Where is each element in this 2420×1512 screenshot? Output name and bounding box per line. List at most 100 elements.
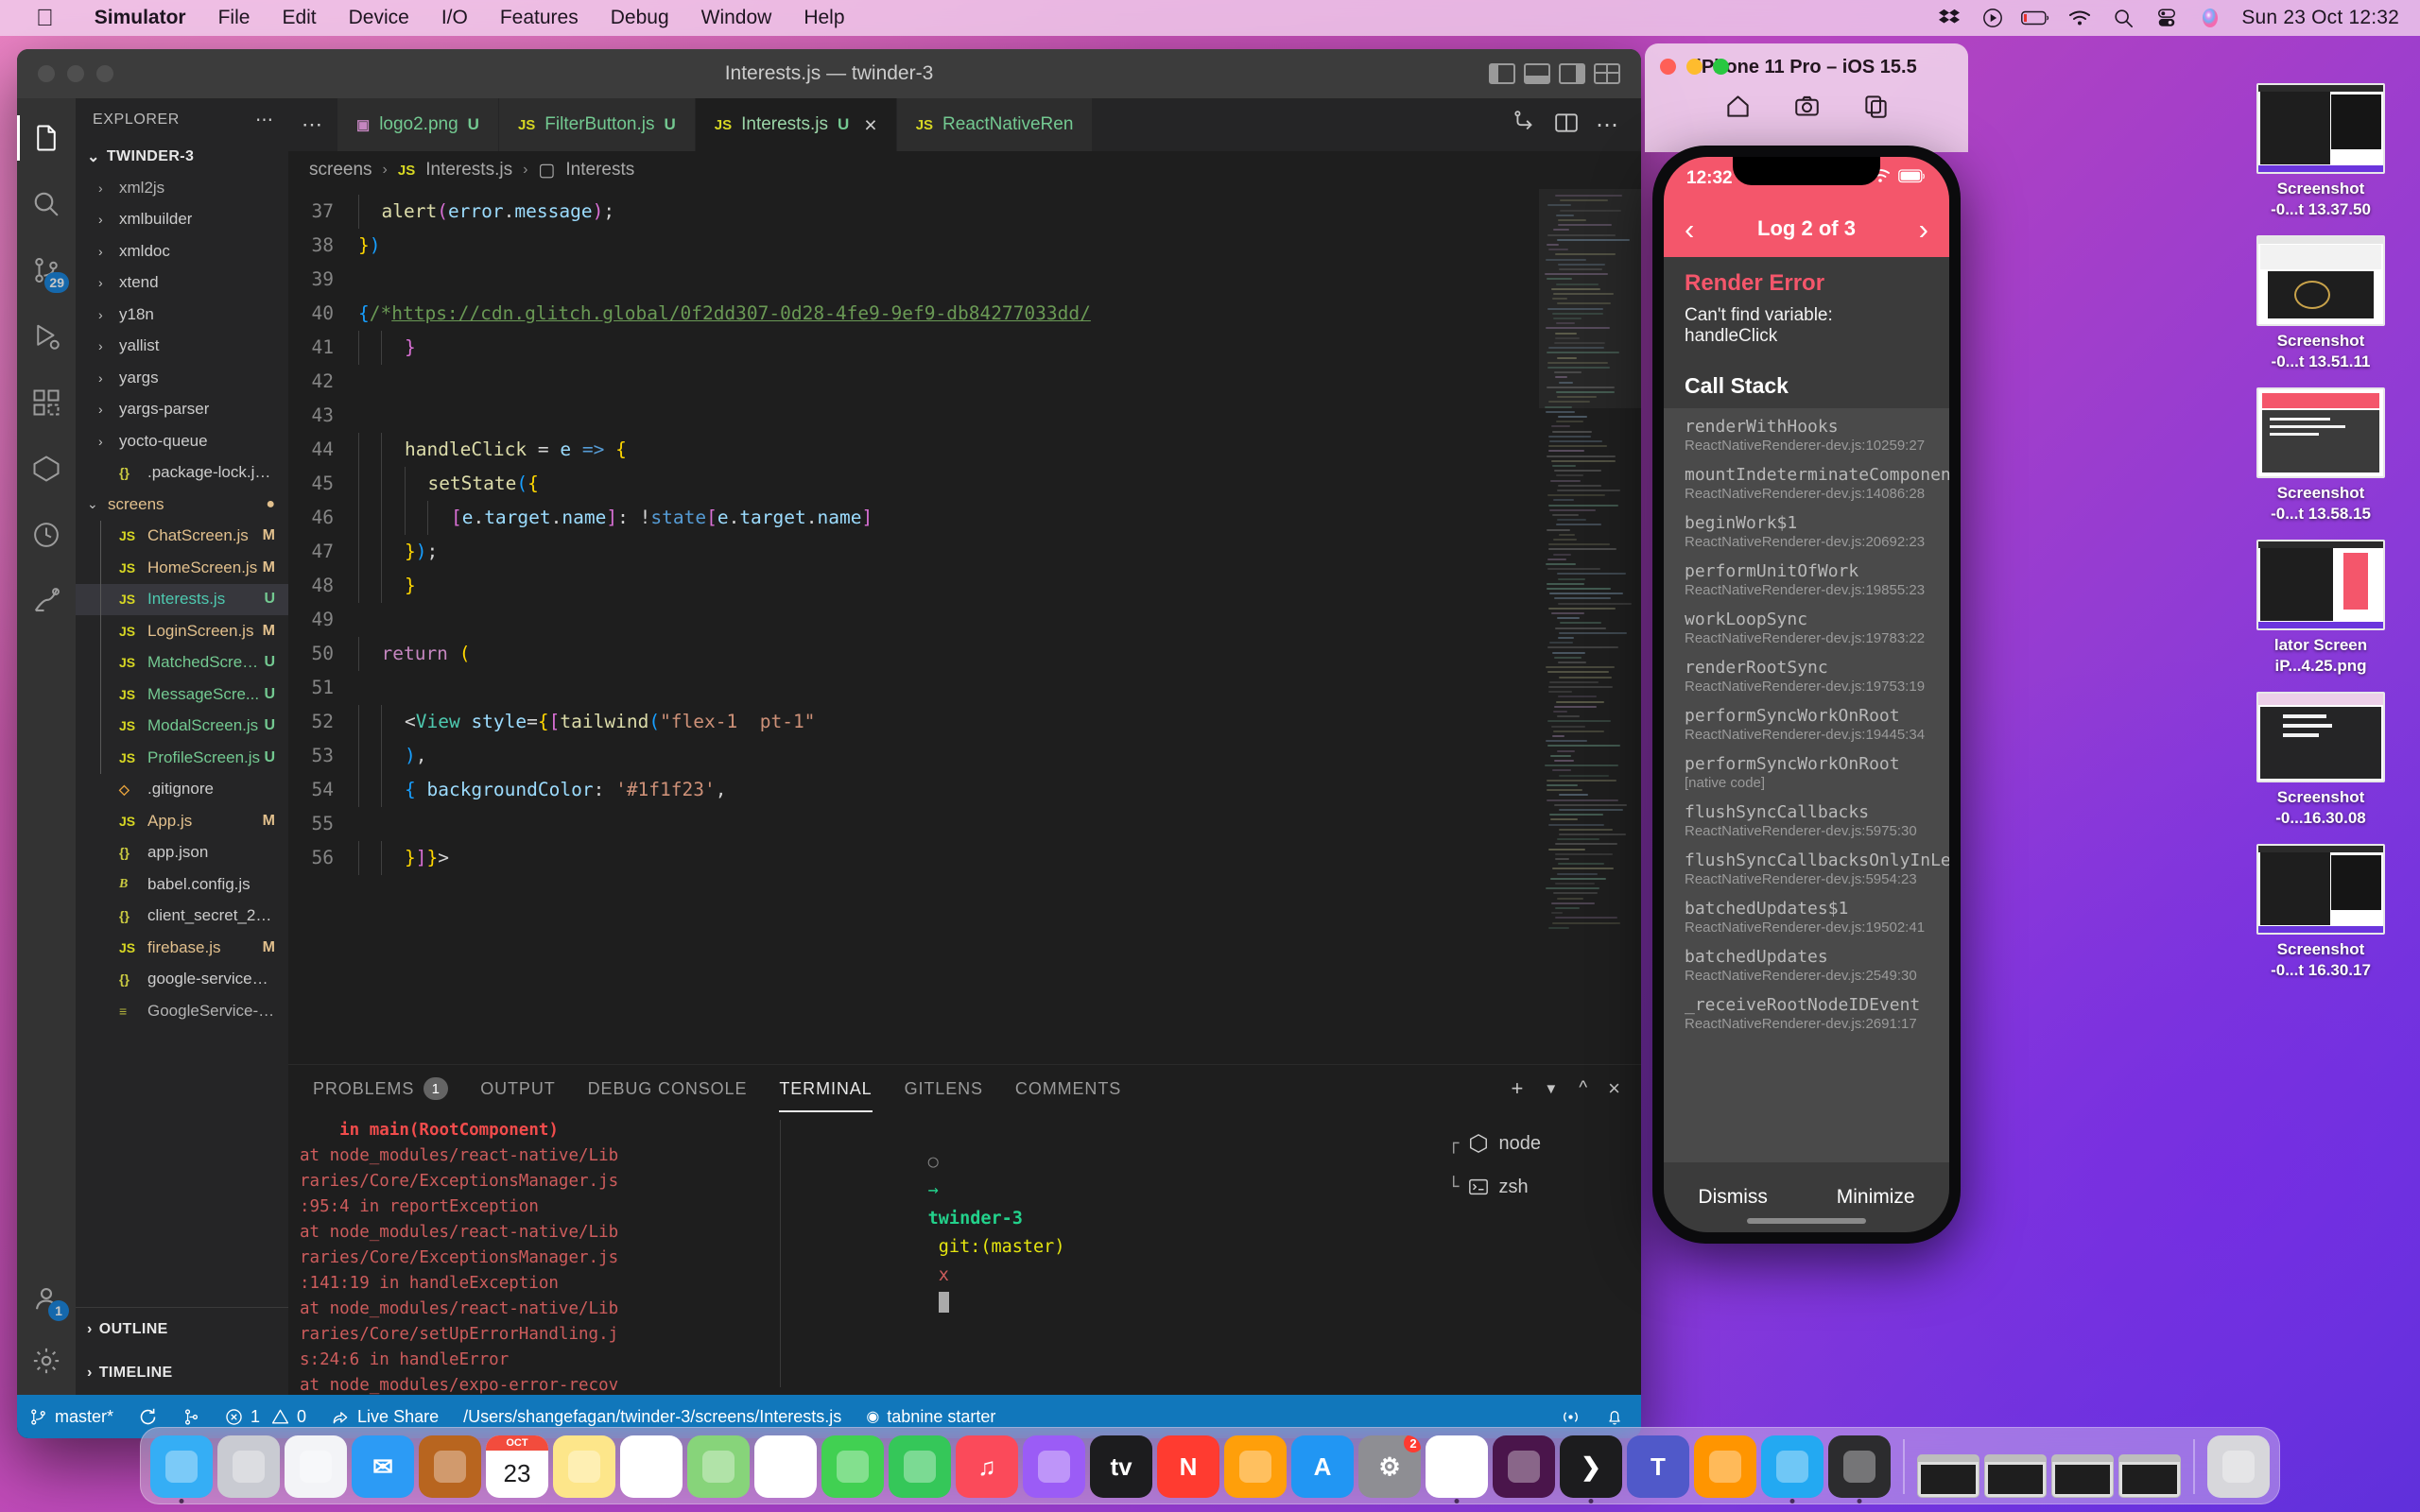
appstore-icon[interactable]: A — [1291, 1435, 1354, 1498]
explorer-section-outline[interactable]: › OUTLINE — [76, 1308, 288, 1351]
code-line[interactable]: 46 [e.target.name]: !state[e.target.name… — [288, 501, 1539, 535]
code-line[interactable]: 43 — [288, 399, 1539, 433]
menu-item-simulator[interactable]: Simulator — [78, 7, 202, 29]
editor-tab-logo2-png[interactable]: ▣ logo2.png U — [337, 98, 499, 151]
system-preferences-icon[interactable]: ⚙ 2 — [1358, 1435, 1421, 1498]
simulator-icon[interactable] — [1828, 1435, 1891, 1498]
simulator-window-controls[interactable] — [1660, 59, 1729, 75]
file-tree-item[interactable]: › xml2js — [76, 172, 288, 204]
code-line[interactable]: 51 — [288, 671, 1539, 705]
dock-item-appstore[interactable]: A — [1291, 1435, 1354, 1498]
dock-item-system-preferences[interactable]: ⚙ 2 — [1358, 1435, 1421, 1498]
file-tree-item[interactable]: Bbabel.config.js — [76, 868, 288, 901]
file-tree-item[interactable]: ⌄ screens ● — [76, 489, 288, 521]
line-content[interactable]: { backgroundColor: '#1f1f23', — [358, 773, 727, 807]
editor-more-actions-icon[interactable]: ⋯ — [1596, 112, 1620, 139]
line-content[interactable]: } — [358, 569, 416, 603]
home-indicator[interactable] — [1747, 1218, 1866, 1224]
code-lines[interactable]: 37 alert(error.message); 38}) 39 40 {/*https… — [288, 189, 1539, 1064]
menu-bar-clock[interactable]: Sun 23 Oct 12:32 — [2232, 7, 2399, 29]
menu-item-help[interactable]: Help — [787, 7, 860, 29]
file-tree-item[interactable]: JS MessageScre... U — [76, 679, 288, 711]
simulator-close-button[interactable] — [1660, 59, 1676, 75]
activity-bar-item-testing[interactable] — [27, 516, 65, 554]
file-tree-item[interactable]: ◇ .gitignore — [76, 774, 288, 806]
notes-icon[interactable] — [553, 1435, 615, 1498]
dock-item-iterm[interactable]: ❯ — [1560, 1435, 1622, 1503]
dock-item-launchpad[interactable] — [217, 1435, 280, 1498]
vscode-icon[interactable] — [1761, 1435, 1824, 1498]
dock-item-window-thumb-3[interactable] — [2051, 1454, 2114, 1498]
explorer-section-timeline[interactable]: › TIMELINE — [76, 1351, 288, 1395]
desktop-file[interactable]: Screenshot -0...t 16.30.17 — [2235, 844, 2407, 981]
dock-item-reminders[interactable] — [620, 1435, 683, 1498]
dock-item-chrome[interactable] — [1426, 1435, 1488, 1503]
tabs-overflow-icon[interactable]: ⋯ — [288, 98, 337, 151]
maps-icon[interactable] — [687, 1435, 750, 1498]
dismiss-button[interactable]: Dismiss — [1698, 1186, 1768, 1209]
file-tree-item[interactable]: › xmlbuilder — [76, 204, 288, 236]
teams-icon[interactable]: T — [1627, 1435, 1689, 1498]
code-line[interactable]: 38}) — [288, 229, 1539, 263]
dock-item-simulator[interactable] — [1828, 1435, 1891, 1503]
code-line[interactable]: 41 } — [288, 331, 1539, 365]
toggle-secondary-sidebar-icon[interactable] — [1559, 63, 1585, 84]
activity-bar-item-remote-explorer[interactable] — [27, 450, 65, 488]
dock-item-maps[interactable] — [687, 1435, 750, 1498]
window-thumb-2[interactable] — [1984, 1454, 2047, 1498]
dock-item-news[interactable]: N — [1157, 1435, 1219, 1498]
dock-item-messages[interactable] — [821, 1435, 884, 1498]
code-editor[interactable]: 37 alert(error.message); 38}) 39 40 {/*https… — [288, 189, 1641, 1064]
music-icon[interactable]: ♫ — [956, 1435, 1018, 1498]
dock-item-vscode[interactable] — [1761, 1435, 1824, 1503]
explorer-more-actions-icon[interactable]: ⋯ — [255, 110, 275, 131]
panel-tab-terminal[interactable]: TERMINAL — [779, 1065, 873, 1112]
finder-icon[interactable] — [150, 1435, 213, 1498]
code-line[interactable]: 50 return ( — [288, 637, 1539, 671]
panel-tab-comments[interactable]: COMMENTS — [1015, 1065, 1121, 1112]
file-tree-item[interactable]: JS MatchedScree... U — [76, 646, 288, 679]
line-content[interactable]: [e.target.name]: !state[e.target.name] — [358, 501, 873, 535]
call-stack-item[interactable]: renderWithHooks ReactNativeRenderer-dev.j… — [1664, 412, 1949, 460]
code-line[interactable]: 49 — [288, 603, 1539, 637]
terminal-prompt-output[interactable]: ○ → twinder-3 git:(master) x — [781, 1112, 1431, 1395]
call-stack-item[interactable]: _receiveRootNodeIDEvent ReactNativeRender… — [1664, 990, 1949, 1039]
call-stack-list[interactable]: renderWithHooks ReactNativeRenderer-dev.j… — [1664, 408, 1949, 1162]
desktop-file[interactable]: Screenshot -0...t 13.37.50 — [2235, 83, 2407, 220]
line-content[interactable]: {/*https://cdn.glitch.global/0f2dd307-0d… — [358, 297, 1091, 331]
news-icon[interactable]: N — [1157, 1435, 1219, 1498]
call-stack-item[interactable]: performSyncWorkOnRoot ReactNativeRenderer… — [1664, 701, 1949, 749]
call-stack-item[interactable]: mountIndeterminateComponent ReactNativeRe… — [1664, 460, 1949, 508]
editor-tab-reactnativeren[interactable]: JS ReactNativeRen — [896, 98, 1094, 151]
close-panel-icon[interactable]: × — [1608, 1076, 1620, 1101]
contacts-icon[interactable] — [419, 1435, 481, 1498]
slack-icon[interactable] — [1493, 1435, 1555, 1498]
books-icon[interactable] — [1224, 1435, 1287, 1498]
desktop-file[interactable]: Screenshot -0...t 13.58.15 — [2235, 387, 2407, 524]
dock-item-books[interactable] — [1224, 1435, 1287, 1498]
breadcrumb-symbol[interactable]: Interests — [565, 160, 634, 180]
activity-bar-item-explorer[interactable] — [17, 115, 65, 161]
line-content[interactable]: setState({ — [358, 467, 539, 501]
code-line[interactable]: 40 {/*https://cdn.glitch.global/0f2dd307-… — [288, 297, 1539, 331]
panel-tab-gitlens[interactable]: GITLENS — [905, 1065, 983, 1112]
window-thumb-4[interactable] — [2118, 1454, 2181, 1498]
activity-bar-item-search[interactable] — [27, 185, 65, 223]
desktop-file[interactable]: Screenshot -0...16.30.08 — [2235, 692, 2407, 829]
code-line[interactable]: 52 <View style={[tailwind("flex-1 pt-1" — [288, 705, 1539, 739]
chevron-down-icon[interactable]: ▼ — [1544, 1081, 1558, 1097]
desktop-file[interactable]: Screenshot -0...t 13.51.11 — [2235, 235, 2407, 372]
minimap[interactable] — [1539, 189, 1641, 1064]
toggle-primary-sidebar-icon[interactable] — [1489, 63, 1515, 84]
file-tree-item[interactable]: JS ModalScreen.js U — [76, 710, 288, 742]
minimize-window-button[interactable] — [67, 65, 84, 82]
launchpad-icon[interactable] — [217, 1435, 280, 1498]
play-circle-icon[interactable] — [1971, 8, 2014, 28]
file-tree-item[interactable]: JS ProfileScreen.js U — [76, 742, 288, 774]
file-tree-item[interactable]: › yargs — [76, 362, 288, 394]
dock-item-photos[interactable] — [754, 1435, 817, 1498]
dock-item-window-thumb-1[interactable] — [1917, 1454, 1979, 1498]
dock-item-music[interactable]: ♫ — [956, 1435, 1018, 1498]
dock-item-finder[interactable] — [150, 1435, 213, 1503]
code-line[interactable]: 42 — [288, 365, 1539, 399]
